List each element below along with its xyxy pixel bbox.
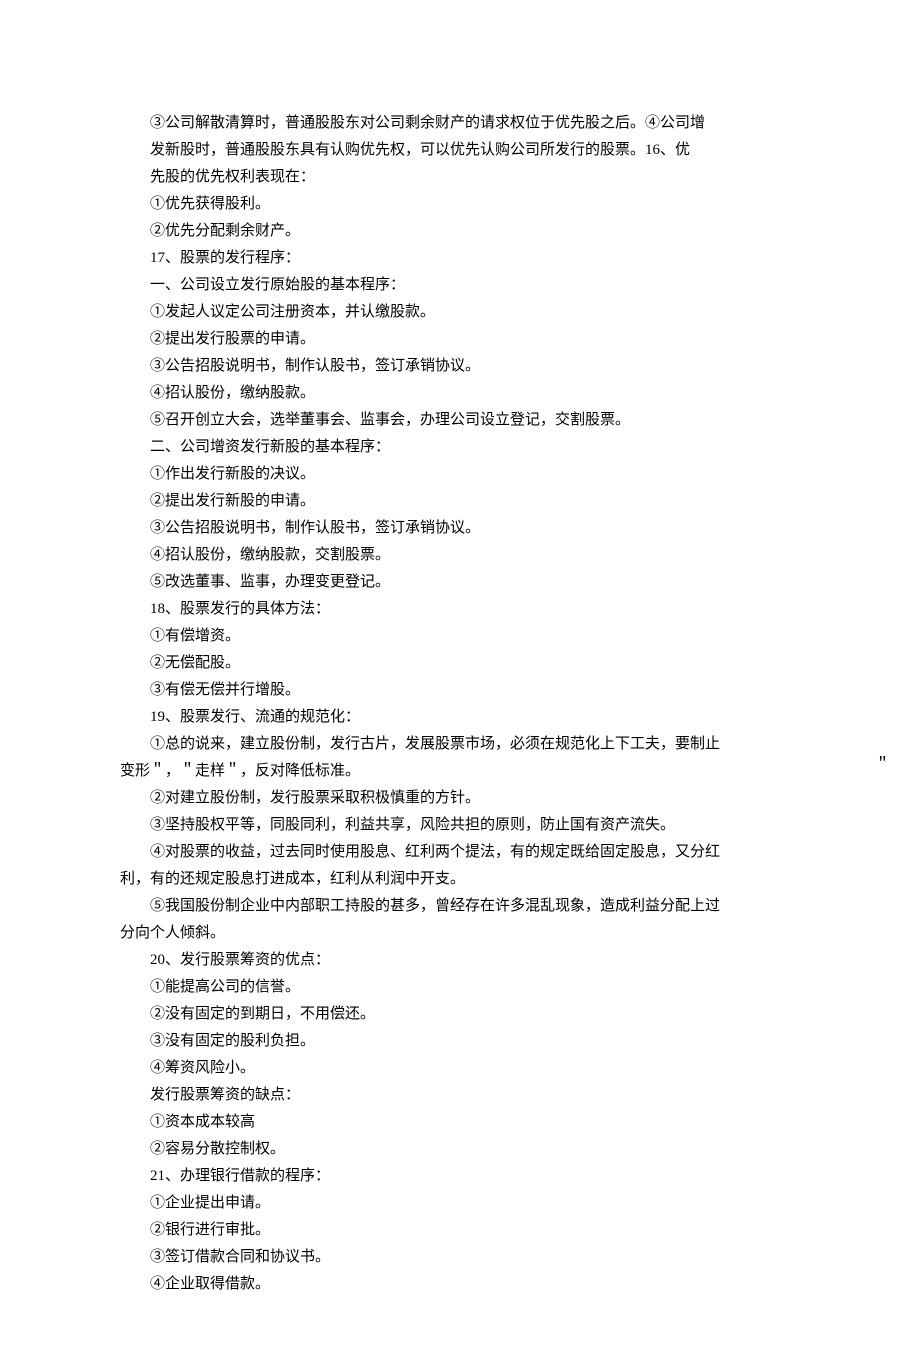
text-line: ①能提高公司的信誉。 bbox=[120, 974, 800, 1001]
text-line: ③公司解散清算时，普通股股东对公司剩余财产的请求权位于优先股之后。④公司增 bbox=[120, 110, 800, 137]
text-line: ④招认股份，缴纳股款，交割股票。 bbox=[120, 542, 800, 569]
text-line: ②提出发行新股的申请。 bbox=[120, 488, 800, 515]
text-line: ②对建立股份制，发行股票采取积极慎重的方针。 bbox=[120, 785, 800, 812]
text-line: ⑤我国股份制企业中内部职工持股的甚多，曾经存在许多混乱现象，造成利益分配上过 bbox=[120, 893, 800, 920]
text-line: 20、发行股票筹资的优点： bbox=[120, 947, 800, 974]
text-line-continuation: 变形＂，＂走样＂，反对降低标准。 bbox=[120, 758, 800, 785]
text-line: 一、公司设立发行原始股的基本程序： bbox=[120, 272, 800, 299]
text-line: 先股的优先权利表现在： bbox=[120, 164, 800, 191]
text-line: ④筹资风险小。 bbox=[120, 1055, 800, 1082]
text-line: ①有偿增资。 bbox=[120, 623, 800, 650]
text-line: ②无偿配股。 bbox=[120, 650, 800, 677]
text-line-continuation: 分向个人倾斜。 bbox=[120, 920, 800, 947]
text-line: ③坚持股权平等，同股同利，利益共享，风险共担的原则，防止国有资产流失。 bbox=[120, 812, 800, 839]
text-line: ⑤改选董事、监事，办理变更登记。 bbox=[120, 569, 800, 596]
text-line: ②银行进行审批。 bbox=[120, 1217, 800, 1244]
text-line: ③签订借款合同和协议书。 bbox=[120, 1244, 800, 1271]
text-line: ①发起人议定公司注册资本，并认缴股款。 bbox=[120, 299, 800, 326]
text-line: ①资本成本较高 bbox=[120, 1109, 800, 1136]
text-line: ③公告招股说明书，制作认股书，签订承销协议。 bbox=[120, 353, 800, 380]
text-line: ①企业提出申请。 bbox=[120, 1190, 800, 1217]
text-line: 21、办理银行借款的程序： bbox=[120, 1163, 800, 1190]
text-line: 二、公司增资发行新股的基本程序： bbox=[120, 434, 800, 461]
text-line: ②优先分配剩余财产。 bbox=[120, 218, 800, 245]
text-line: ①总的说来，建立股份制，发行古片，发展股票市场，必须在规范化上下工夫，要制止 bbox=[120, 731, 800, 758]
text-line: ②容易分散控制权。 bbox=[120, 1136, 800, 1163]
text-line: ①优先获得股利。 bbox=[120, 191, 800, 218]
text-line: ①作出发行新股的决议。 bbox=[120, 461, 800, 488]
text-line: 发行股票筹资的缺点： bbox=[120, 1082, 800, 1109]
text-line: ⑤召开创立大会，选举董事会、监事会，办理公司设立登记，交割股票。 bbox=[120, 407, 800, 434]
stray-quote-mark: ＂ bbox=[875, 752, 890, 779]
text-line: ③没有固定的股利负担。 bbox=[120, 1028, 800, 1055]
document-page: ③公司解散清算时，普通股股东对公司剩余财产的请求权位于优先股之后。④公司增 发新… bbox=[0, 0, 920, 1358]
text-line: ④对股票的收益，过去同时使用股息、红利两个提法，有的规定既给固定股息，又分红 bbox=[120, 839, 800, 866]
text-line: 发新股时，普通股股东具有认购优先权，可以优先认购公司所发行的股票。16、优 bbox=[120, 137, 800, 164]
text-line: ③公告招股说明书，制作认股书，签订承销协议。 bbox=[120, 515, 800, 542]
text-line: 18、股票发行的具体方法： bbox=[120, 596, 800, 623]
text-line-continuation: 利，有的还规定股息打进成本，红利从利润中开支。 bbox=[120, 866, 800, 893]
text-line: ③有偿无偿并行增股。 bbox=[120, 677, 800, 704]
text-line: 19、股票发行、流通的规范化： bbox=[120, 704, 800, 731]
text-line: ④企业取得借款。 bbox=[120, 1271, 800, 1298]
text-line: ②提出发行股票的申请。 bbox=[120, 326, 800, 353]
text-line: 17、股票的发行程序： bbox=[120, 245, 800, 272]
text-line: ②没有固定的到期日，不用偿还。 bbox=[120, 1001, 800, 1028]
text-line: ④招认股份，缴纳股款。 bbox=[120, 380, 800, 407]
